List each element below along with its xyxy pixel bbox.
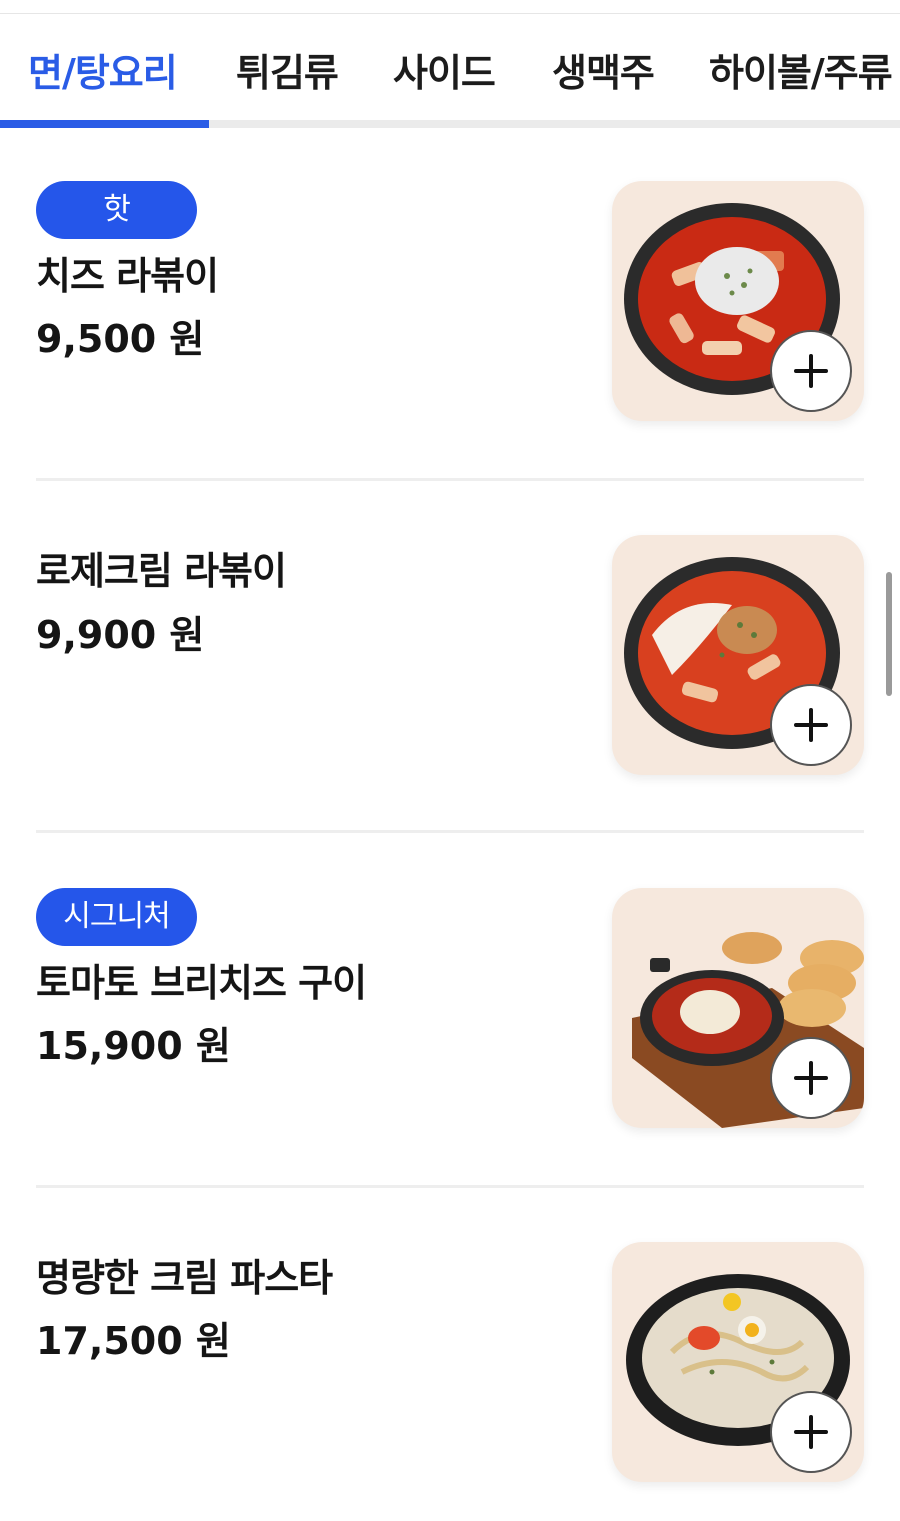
- item-name: 명량한 크림 파스타: [36, 1256, 333, 1300]
- item-divider: [36, 478, 864, 481]
- item-divider: [36, 830, 864, 833]
- item-price: 17,500 원: [36, 1319, 231, 1363]
- scrollbar[interactable]: [886, 572, 892, 696]
- hot-badge: 핫: [36, 181, 197, 239]
- tab-fried[interactable]: 튀김류: [236, 42, 339, 97]
- signature-badge: 시그니처: [36, 888, 197, 946]
- item-name: 로제크림 라볶이: [36, 549, 287, 593]
- add-to-cart-button[interactable]: [770, 330, 852, 412]
- tab-noodle-stew[interactable]: 면/탕요리: [28, 42, 178, 97]
- menu-item-cream-pasta[interactable]: 명량한 크림 파스타 17,500 원: [0, 1189, 900, 1521]
- tab-highball-liquor[interactable]: 하이볼/주류: [709, 42, 893, 97]
- menu-page: 면/탕요리 튀김류 사이드 생맥주 하이볼/주류 핫 치즈 라볶이 9,500 …: [0, 0, 900, 1521]
- menu-item-rose-cream-rabokki[interactable]: 로제크림 라볶이 9,900 원: [0, 482, 900, 836]
- tab-side[interactable]: 사이드: [393, 42, 496, 97]
- item-name: 치즈 라볶이: [36, 254, 219, 298]
- add-to-cart-button[interactable]: [770, 684, 852, 766]
- add-to-cart-button[interactable]: [770, 1037, 852, 1119]
- category-tab-bar: 면/탕요리 튀김류 사이드 생맥주 하이볼/주류: [0, 14, 900, 128]
- menu-item-cheese-rabokki[interactable]: 핫 치즈 라볶이 9,500 원: [0, 128, 900, 482]
- active-tab-indicator: [0, 120, 209, 128]
- item-price: 15,900 원: [36, 1024, 231, 1068]
- add-to-cart-button[interactable]: [770, 1391, 852, 1473]
- item-price: 9,500 원: [36, 317, 205, 361]
- item-name: 토마토 브리치즈 구이: [36, 961, 367, 1005]
- menu-item-tomato-brie-cheese[interactable]: 시그니처 토마토 브리치즈 구이 15,900 원: [0, 835, 900, 1189]
- tab-draft-beer[interactable]: 생맥주: [552, 42, 655, 97]
- item-price: 9,900 원: [36, 613, 205, 657]
- item-divider: [36, 1185, 864, 1188]
